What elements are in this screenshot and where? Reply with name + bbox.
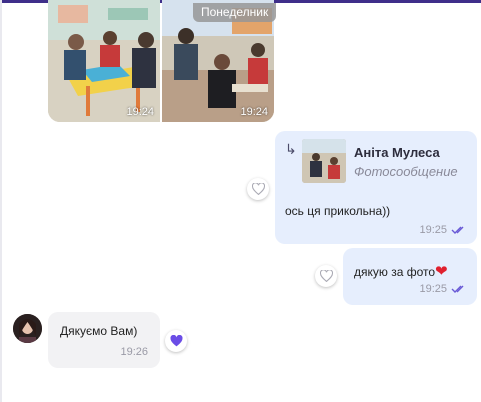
reply-photo-thumbnail <box>302 139 346 183</box>
message-text: дякую за фото❤ <box>354 262 448 280</box>
reply-type: Фотосообщение <box>354 164 458 179</box>
red-heart-emoji: ❤ <box>435 263 448 280</box>
incoming-message-bubble[interactable]: Дякуємо Вам) 19:26 <box>48 312 160 368</box>
heart-filled-icon <box>170 335 182 347</box>
double-check-icon <box>451 226 464 234</box>
photo-thumbnail-1[interactable]: 19:24 <box>48 0 160 122</box>
reaction-button[interactable] <box>247 178 269 200</box>
panel-divider <box>0 0 2 402</box>
message-text: ось ця прикольна)) <box>285 204 391 218</box>
heart-outline-icon <box>251 183 265 195</box>
double-check-icon <box>451 285 464 293</box>
reply-quote[interactable]: ↳ Аніта Мулеса Фотосообщение <box>285 139 469 185</box>
message-text: Дякуємо Вам) <box>60 324 138 338</box>
reaction-button-active[interactable] <box>165 330 187 352</box>
message-time: 19:25 <box>419 283 447 295</box>
message-time: 19:25 <box>419 224 447 236</box>
photo-time: 19:24 <box>240 106 268 118</box>
heart-outline-icon <box>319 270 333 282</box>
outgoing-message-bubble[interactable]: дякую за фото❤ 19:25 <box>343 248 477 305</box>
message-meta: 19:25 <box>419 224 467 236</box>
day-separator: Понеделник <box>193 3 277 22</box>
reaction-button[interactable] <box>315 265 337 287</box>
photo-time: 19:24 <box>126 106 154 118</box>
reply-author: Аніта Мулеса <box>354 145 440 160</box>
message-time: 19:26 <box>120 346 148 358</box>
contact-avatar[interactable] <box>13 314 42 343</box>
reply-arrow-icon: ↳ <box>285 141 297 157</box>
outgoing-message-bubble[interactable]: ↳ Аніта Мулеса Фотосообщение ось ця прик… <box>275 131 477 244</box>
message-text-content: дякую за фото <box>354 265 436 279</box>
message-meta: 19:25 <box>419 283 467 295</box>
